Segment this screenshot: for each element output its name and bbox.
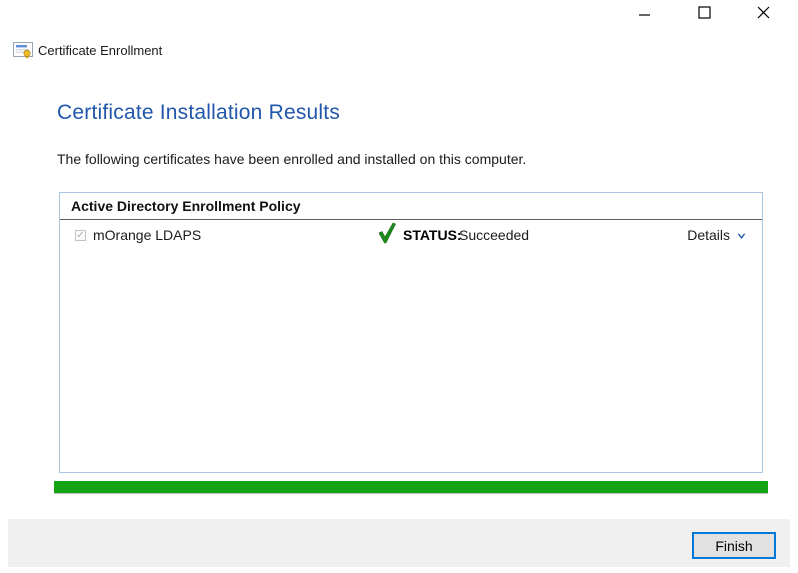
certificate-name: mOrange LDAPS (93, 227, 202, 243)
green-check-icon (378, 222, 396, 244)
chevron-down-icon (737, 233, 746, 239)
maximize-button[interactable] (696, 4, 712, 20)
app-title: Certificate Enrollment (38, 43, 163, 58)
certificate-icon (13, 42, 33, 59)
policy-header: Active Directory Enrollment Policy (60, 193, 762, 220)
certificate-row: ✓ mOrange LDAPS STATUS: Succeeded Detail… (60, 220, 762, 252)
page-description: The following certificates have been enr… (57, 151, 527, 167)
close-button[interactable] (755, 4, 771, 20)
maximize-icon (697, 5, 711, 19)
certificate-checkbox[interactable]: ✓ (75, 230, 86, 241)
close-icon (757, 6, 769, 18)
enrollment-results-panel: Active Directory Enrollment Policy ✓ mOr… (59, 192, 763, 473)
enrollment-progress-bar (54, 481, 768, 494)
status-label: STATUS: (403, 227, 462, 243)
page-title: Certificate Installation Results (57, 101, 341, 124)
minimize-icon (639, 14, 650, 16)
status-value: Succeeded (459, 227, 530, 243)
minimize-button[interactable] (637, 4, 653, 20)
details-dropdown[interactable]: Details (687, 227, 746, 243)
progress-bar-fill (54, 481, 768, 493)
finish-button[interactable]: Finish (692, 532, 776, 559)
details-label: Details (687, 227, 730, 243)
footer-bar: Finish (8, 519, 790, 567)
